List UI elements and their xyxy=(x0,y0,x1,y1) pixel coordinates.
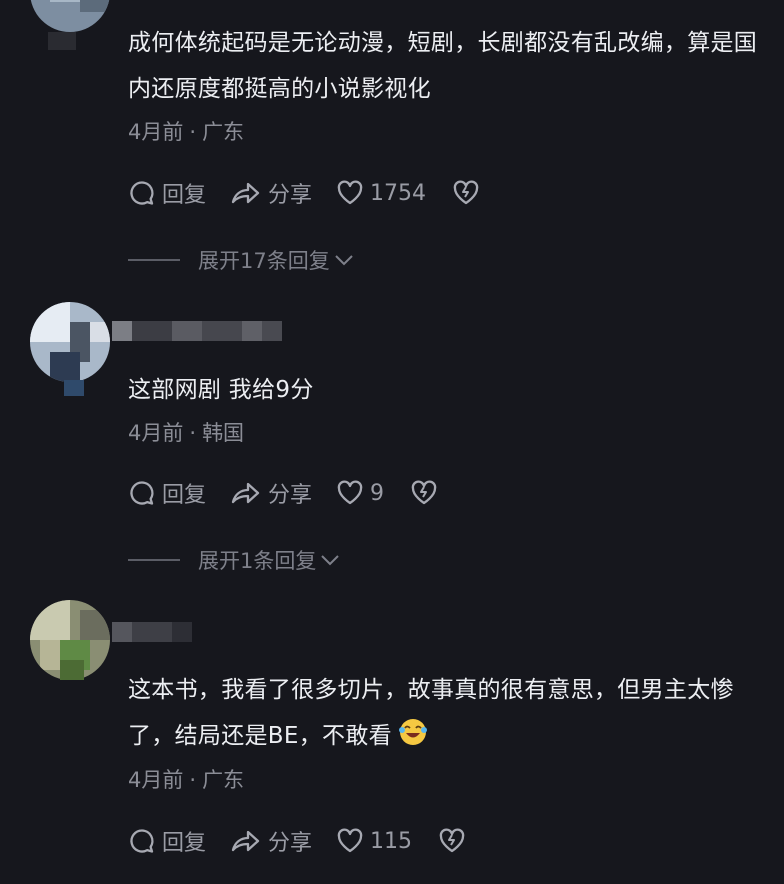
comment-text: 这部网剧 我给9分 xyxy=(128,377,314,403)
divider-line xyxy=(128,559,180,561)
share-button[interactable]: 分享 xyxy=(230,825,312,857)
comment-actions: 回复 分享 1754 xyxy=(128,175,510,211)
dislike-button[interactable] xyxy=(438,828,472,854)
comment-time: 4月前 xyxy=(128,421,184,445)
comment-location: 广东 xyxy=(202,120,245,144)
comment-icon xyxy=(130,481,154,505)
comment-location: 韩国 xyxy=(202,421,245,445)
avatar-blur-tail xyxy=(64,380,84,396)
username-blurred xyxy=(112,622,192,642)
comment-actions: 回复 分享 9 xyxy=(128,475,468,511)
comment-text: 这本书，我看了很多切片，故事真的很有意思，但男主太惨了，结局还是BE，不敢看 xyxy=(128,667,772,763)
comment-time: 4月前 xyxy=(128,120,184,144)
share-button[interactable]: 分享 xyxy=(230,177,312,209)
comment-meta: 4月前 · 广东 xyxy=(128,765,244,795)
like-count: 115 xyxy=(370,828,413,854)
reply-button[interactable]: 回复 xyxy=(128,825,206,857)
heart-icon xyxy=(337,828,363,853)
meta-separator: · xyxy=(189,768,197,792)
chevron-down-icon xyxy=(335,255,353,266)
comment-list: 成何体统起码是无论动漫，短剧，长剧都没有乱改编，算是国内还原度都挺高的小说影视化… xyxy=(0,0,784,884)
share-arrow-icon xyxy=(231,830,260,852)
heart-icon xyxy=(337,180,363,205)
username-blurred xyxy=(112,321,282,341)
share-label: 分享 xyxy=(268,183,313,208)
reply-label: 回复 xyxy=(162,483,207,508)
like-button[interactable]: 9 xyxy=(336,480,384,506)
comment-meta: 4月前 · 韩国 xyxy=(128,418,244,448)
laughing-crying-emoji xyxy=(398,717,428,763)
dislike-button[interactable] xyxy=(452,180,486,206)
comment-location: 广东 xyxy=(202,768,245,792)
expand-replies-button[interactable]: 展开17条回复 xyxy=(128,245,354,275)
comment-text-body: 这本书，我看了很多切片，故事真的很有意思，但男主太惨了，结局还是BE，不敢看 xyxy=(128,677,734,749)
comment-actions: 回复 分享 115 xyxy=(128,823,496,859)
share-arrow-icon xyxy=(231,182,260,204)
heart-icon xyxy=(337,480,363,505)
comment-meta: 4月前 · 广东 xyxy=(128,117,244,147)
comment-time: 4月前 xyxy=(128,768,184,792)
expand-replies-label: 展开17条回复 xyxy=(198,249,330,273)
reply-button[interactable]: 回复 xyxy=(128,477,206,509)
reply-button[interactable]: 回复 xyxy=(128,177,206,209)
comment-icon xyxy=(130,829,154,853)
dislike-button[interactable] xyxy=(410,480,444,506)
avatar-blur-tail xyxy=(48,32,76,50)
divider-line xyxy=(128,259,180,261)
share-label: 分享 xyxy=(268,483,313,508)
share-arrow-icon xyxy=(231,482,260,504)
broken-heart-icon xyxy=(411,480,437,505)
avatar[interactable] xyxy=(30,0,110,32)
expand-replies-button[interactable]: 展开1条回复 xyxy=(128,545,340,575)
like-count: 1754 xyxy=(370,180,427,206)
comment-icon xyxy=(130,181,154,205)
broken-heart-icon xyxy=(453,180,479,205)
expand-replies-label: 展开1条回复 xyxy=(198,549,317,573)
like-button[interactable]: 115 xyxy=(336,828,412,854)
like-button[interactable]: 1754 xyxy=(336,180,426,206)
avatar-blur-tail xyxy=(60,660,84,680)
avatar[interactable] xyxy=(30,302,110,382)
meta-separator: · xyxy=(189,421,197,445)
comment-text: 成何体统起码是无论动漫，短剧，长剧都没有乱改编，算是国内还原度都挺高的小说影视化 xyxy=(128,30,758,102)
broken-heart-icon xyxy=(439,828,465,853)
reply-label: 回复 xyxy=(162,831,207,856)
chevron-down-icon xyxy=(321,555,340,566)
like-count: 9 xyxy=(370,480,385,506)
meta-separator: · xyxy=(189,120,197,144)
reply-label: 回复 xyxy=(162,183,207,208)
share-label: 分享 xyxy=(268,831,313,856)
share-button[interactable]: 分享 xyxy=(230,477,312,509)
